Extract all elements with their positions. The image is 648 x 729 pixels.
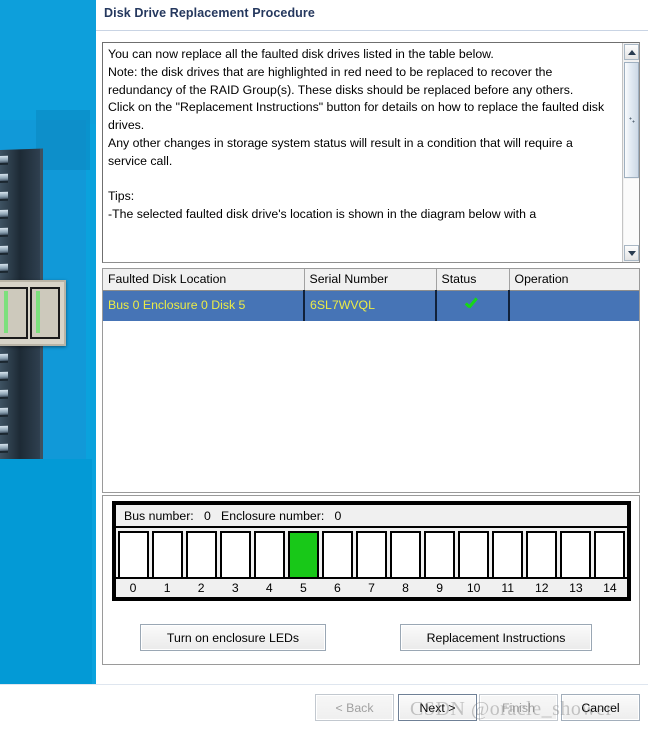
grip-dots-icon xyxy=(629,117,635,123)
slot-label-3: 3 xyxy=(231,581,239,595)
title-divider xyxy=(96,30,648,31)
slot-label-8: 8 xyxy=(402,581,409,595)
finish-button-label: Finish xyxy=(502,700,535,715)
slot-label-6: 6 xyxy=(334,581,341,595)
banner-lower-fill xyxy=(0,459,92,684)
scrollbar-track[interactable] xyxy=(624,179,639,245)
column-header-operation[interactable]: Operation xyxy=(509,269,639,291)
instructions-text: You can now replace all the faulted disk… xyxy=(108,47,605,222)
turn-on-enclosure-leds-button[interactable]: Turn on enclosure LEDs xyxy=(140,624,326,651)
slot-label-2: 2 xyxy=(197,581,205,595)
enclosure-panel: Bus number: 0 Enclosure number: 0 0 1 2 … xyxy=(102,495,640,665)
column-header-location[interactable]: Faulted Disk Location xyxy=(103,269,305,291)
rack-shadow xyxy=(36,110,90,170)
enclosure-slot-1[interactable] xyxy=(151,531,183,581)
enclosure-slot-12[interactable] xyxy=(526,531,558,581)
callout-drive-left xyxy=(0,287,28,339)
column-header-status[interactable]: Status xyxy=(436,269,510,291)
wizard-main-pane: Disk Drive Replacement Procedure You can… xyxy=(96,0,648,684)
green-check-icon xyxy=(465,297,481,311)
enclosure-slot-11[interactable] xyxy=(492,531,524,581)
slot-label-14: 14 xyxy=(603,581,617,595)
cell-disk-location: Bus 0 Enclosure 0 Disk 5 xyxy=(103,290,305,321)
callout-drive-right xyxy=(30,287,60,339)
finish-button[interactable]: Finish xyxy=(479,694,558,721)
replacement-instructions-button[interactable]: Replacement Instructions xyxy=(400,624,592,651)
enclosure-slot-8[interactable] xyxy=(390,531,422,581)
enclosure-slot-6[interactable] xyxy=(321,531,353,581)
enclosure-header-label: Bus number: 0 Enclosure number: 0 xyxy=(116,505,627,528)
cancel-button[interactable]: Cancel xyxy=(561,694,640,721)
enclosure-diagram: Bus number: 0 Enclosure number: 0 0 1 2 … xyxy=(112,501,631,601)
back-button-label: < Back xyxy=(335,700,374,715)
enclosure-slot-7[interactable] xyxy=(355,531,387,581)
slot-label-5: 5 xyxy=(299,581,307,595)
enclosure-slot-9[interactable] xyxy=(424,531,456,581)
cancel-button-label: Cancel xyxy=(581,700,620,715)
table-row[interactable]: Bus 0 Enclosure 0 Disk 5 6SL7WVQL xyxy=(103,290,639,321)
enclosure-slot-0[interactable] xyxy=(117,531,149,581)
slot-label-0: 0 xyxy=(129,581,137,595)
slot-label-12: 12 xyxy=(535,581,549,595)
slot-label-9: 9 xyxy=(436,581,443,595)
slot-label-10: 10 xyxy=(466,581,481,595)
cell-serial-number: 6SL7WVQL xyxy=(304,290,437,321)
faulted-disks-table-panel: Faulted Disk Location Serial Number Stat… xyxy=(102,268,640,493)
slot-label-11: 11 xyxy=(501,581,515,595)
next-button[interactable]: Next > xyxy=(398,694,477,721)
enclosure-slot-5[interactable] xyxy=(287,531,319,581)
chevron-up-icon xyxy=(627,49,636,55)
scrollbar-thumb[interactable] xyxy=(624,62,639,178)
slot-label-4: 4 xyxy=(265,581,273,595)
slot-label-7: 7 xyxy=(368,581,375,595)
enclosure-slot-4[interactable] xyxy=(253,531,285,581)
instructions-panel: You can now replace all the faulted disk… xyxy=(102,42,640,263)
enclosure-slot-labels: 0 1 2 3 4 5 6 7 8 9 10 11 12 13 14 xyxy=(116,577,627,597)
enclosure-slot-10[interactable] xyxy=(458,531,490,581)
page-title: Disk Drive Replacement Procedure xyxy=(104,6,315,20)
slot-label-13: 13 xyxy=(569,581,583,595)
enclosure-slot-row xyxy=(116,530,627,582)
scroll-down-button[interactable] xyxy=(624,245,639,261)
drive-callout-graphic xyxy=(0,280,66,346)
disk-replacement-wizard: Disk Drive Replacement Procedure You can… xyxy=(0,0,648,729)
scroll-up-button[interactable] xyxy=(624,44,639,60)
back-button[interactable]: < Back xyxy=(315,694,394,721)
cell-operation xyxy=(509,290,639,321)
chevron-down-icon xyxy=(627,250,636,256)
wizard-footer: < Back Next > Finish Cancel xyxy=(0,684,648,729)
table-header-row: Faulted Disk Location Serial Number Stat… xyxy=(103,269,639,291)
instructions-scrollbar[interactable] xyxy=(622,43,639,262)
enclosure-slot-2[interactable] xyxy=(185,531,217,581)
enclosure-slot-13[interactable] xyxy=(560,531,592,581)
column-header-serial[interactable]: Serial Number xyxy=(304,269,437,291)
wizard-banner-image xyxy=(0,0,96,684)
next-button-label: Next > xyxy=(419,700,456,715)
enclosure-slot-3[interactable] xyxy=(219,531,251,581)
faulted-disks-table: Faulted Disk Location Serial Number Stat… xyxy=(103,269,639,321)
slot-label-1: 1 xyxy=(163,581,171,595)
banner-sky xyxy=(0,0,96,124)
cell-status xyxy=(436,290,510,321)
enclosure-slot-14[interactable] xyxy=(594,531,626,581)
